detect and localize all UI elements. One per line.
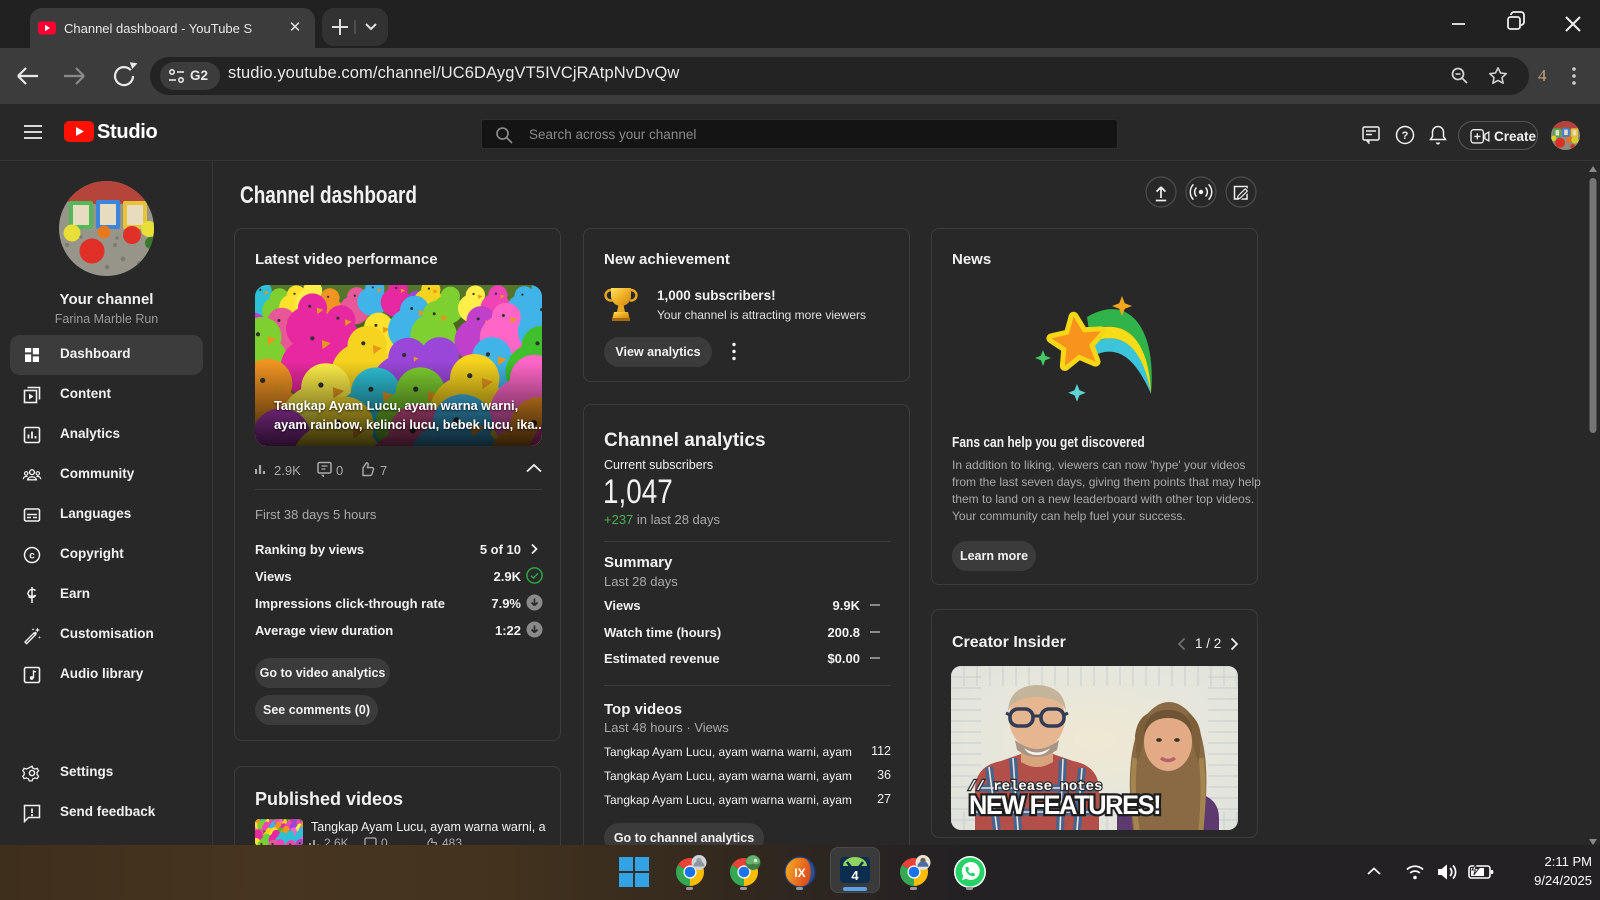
svg-text:NEW FEATURES!: NEW FEATURES! xyxy=(969,789,1160,820)
svg-text:IX: IX xyxy=(794,866,805,880)
svg-text:c: c xyxy=(29,551,35,562)
svg-text:?: ? xyxy=(1402,130,1409,142)
svg-text:4: 4 xyxy=(851,868,859,883)
